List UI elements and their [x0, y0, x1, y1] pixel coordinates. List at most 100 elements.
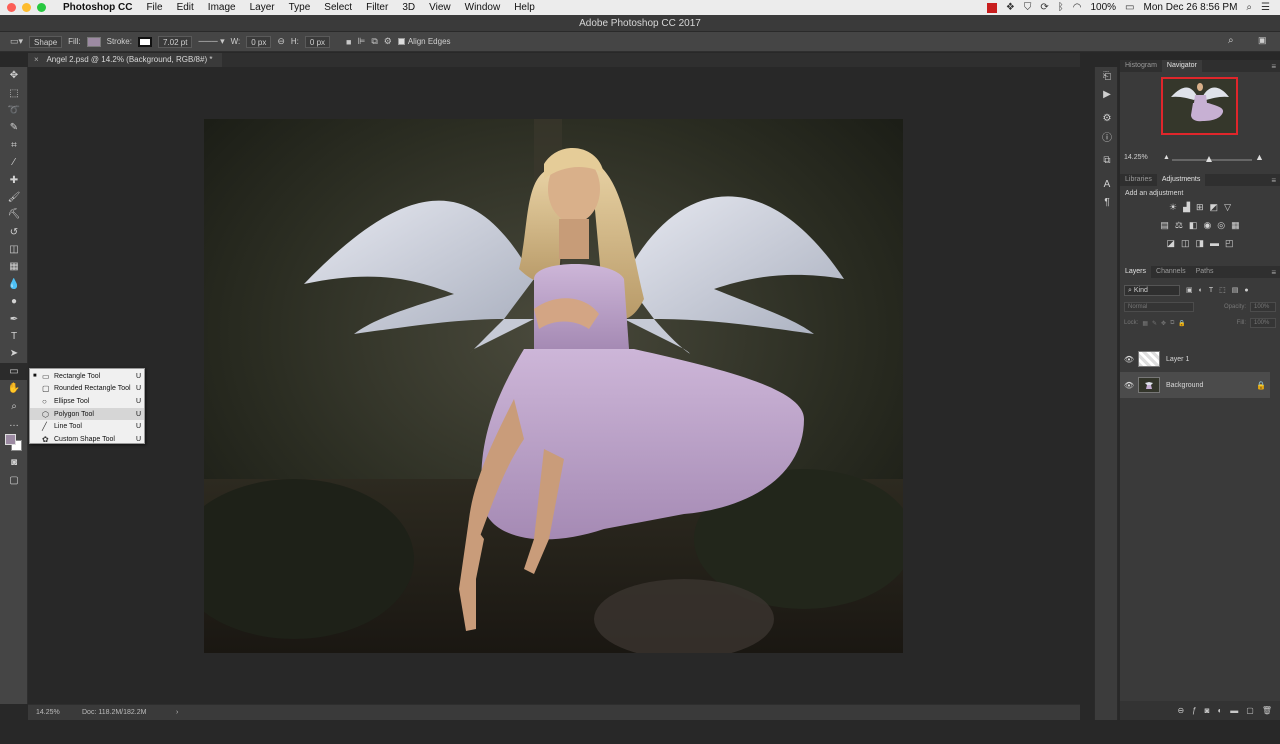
menu-3d[interactable]: 3D — [395, 2, 422, 13]
navigator-preview[interactable] — [1161, 77, 1238, 135]
height-field[interactable]: 0 px — [304, 35, 331, 48]
canvas-area[interactable] — [28, 67, 1080, 704]
menu-select[interactable]: Select — [317, 2, 359, 13]
shape-filter-icon[interactable]: ⬚ — [1219, 286, 1226, 294]
photo-filter-icon[interactable]: ◉ — [1203, 220, 1211, 231]
clock[interactable]: Mon Dec 26 8:56 PM — [1143, 2, 1237, 13]
screen-mode-icon[interactable]: ▢ — [0, 472, 28, 489]
panel-menu-icon[interactable]: ≡ — [1271, 176, 1280, 185]
eraser-tool-icon[interactable]: ◫ — [0, 241, 28, 258]
lock-all-icon[interactable]: 🔒 — [1178, 320, 1185, 327]
menu-edit[interactable]: Edit — [170, 2, 201, 13]
tab-paths[interactable]: Paths — [1191, 266, 1219, 278]
more-tools-icon[interactable]: … — [0, 415, 28, 432]
menu-file[interactable]: File — [139, 2, 169, 13]
document-tab[interactable]: × Angel 2.psd @ 14.2% (Background, RGB/8… — [28, 53, 223, 67]
path-arrangement-icon[interactable]: ⧉ — [371, 36, 377, 47]
zoom-out-icon[interactable]: ▲ — [1163, 154, 1170, 161]
zoom-level-field[interactable]: 14.25% — [28, 709, 82, 716]
lasso-tool-icon[interactable]: ➰ — [0, 102, 28, 119]
menu-type[interactable]: Type — [282, 2, 318, 13]
healing-brush-tool-icon[interactable]: ✚ — [0, 171, 28, 188]
blend-mode-select[interactable]: Normal — [1124, 302, 1194, 312]
history-panel-icon[interactable]: ⎗ — [1095, 67, 1119, 85]
width-field[interactable]: 0 px — [246, 35, 272, 48]
character-panel-icon[interactable]: A — [1095, 175, 1119, 193]
bluetooth-icon[interactable]: ᛒ — [1058, 2, 1064, 13]
document-image[interactable] — [204, 119, 903, 653]
black-white-icon[interactable]: ◧ — [1189, 220, 1198, 231]
layer-name[interactable]: Background — [1166, 382, 1256, 389]
menu-layer[interactable]: Layer — [243, 2, 282, 13]
quick-selection-tool-icon[interactable]: ✎ — [0, 119, 28, 136]
layer-row-background[interactable]: 👁 Background 🔒 — [1120, 372, 1270, 398]
wifi-icon[interactable]: ◠ — [1073, 2, 1082, 13]
sync-icon[interactable]: ⟳ — [1040, 2, 1048, 13]
path-operations-icon[interactable]: ■ — [346, 37, 351, 47]
actions-panel-icon[interactable]: ▶ — [1095, 85, 1119, 103]
lock-pixels-icon[interactable]: ✎ — [1152, 320, 1157, 327]
menu-window[interactable]: Window — [458, 2, 508, 13]
navigator-zoom-slider[interactable] — [1172, 156, 1252, 162]
search-icon[interactable]: ⌕ — [1228, 35, 1234, 46]
fill-field[interactable]: 100% — [1250, 318, 1276, 328]
layer-style-icon[interactable]: ƒ — [1192, 706, 1196, 715]
workspace-icon[interactable]: ▣ — [1258, 35, 1267, 46]
dodge-tool-icon[interactable]: ● — [0, 293, 28, 310]
menu-filter[interactable]: Filter — [359, 2, 395, 13]
foreground-color-swatch[interactable] — [5, 434, 16, 446]
flyout-item-polygon-tool[interactable]: ⬡ Polygon Tool U — [30, 407, 144, 421]
navigator-zoom-value[interactable]: 14.25% — [1124, 154, 1148, 161]
blur-tool-icon[interactable]: 💧 — [0, 276, 28, 293]
brightness-contrast-icon[interactable]: ☀ — [1169, 202, 1177, 213]
tab-libraries[interactable]: Libraries — [1120, 174, 1157, 186]
layer-row-layer-1[interactable]: 👁 Layer 1 — [1120, 346, 1270, 372]
flyout-item-rectangle-tool[interactable]: ■ ▭ Rectangle Tool U — [30, 370, 144, 383]
type-filter-icon[interactable]: T — [1209, 287, 1213, 294]
adjustment-filter-icon[interactable]: ◐ — [1199, 287, 1203, 294]
fill-swatch[interactable] — [86, 36, 101, 47]
vibrance-icon[interactable]: ▽ — [1224, 202, 1231, 213]
levels-icon[interactable]: ▟ — [1183, 202, 1190, 213]
lock-artboard-icon[interactable]: ⧉ — [1170, 320, 1174, 327]
brush-tool-icon[interactable]: 🖌 — [0, 189, 28, 206]
threshold-icon[interactable]: ◨ — [1196, 238, 1205, 249]
move-tool-icon[interactable]: ✥ — [0, 67, 28, 84]
path-alignment-icon[interactable]: ⊫ — [357, 36, 365, 47]
shape-mode-select[interactable]: Shape — [29, 35, 63, 48]
close-window-button[interactable] — [7, 3, 16, 12]
delete-layer-icon[interactable]: 🗑 — [1262, 706, 1272, 715]
clone-stamp-tool-icon[interactable]: ⛏ — [0, 206, 28, 223]
link-dimensions-icon[interactable]: ⊖ — [277, 36, 285, 47]
dropbox-icon[interactable]: ❖ — [1006, 2, 1015, 13]
info-panel-icon[interactable]: ⓘ — [1095, 127, 1119, 145]
hue-saturation-icon[interactable]: ▤ — [1160, 220, 1169, 231]
shield-icon[interactable]: ⛉ — [1024, 2, 1032, 13]
opacity-field[interactable]: 100% — [1250, 302, 1276, 312]
zoom-in-icon[interactable]: ▲ — [1255, 152, 1264, 162]
zoom-tool-icon[interactable]: ⌕ — [0, 397, 28, 414]
selective-color-icon[interactable]: ◰ — [1225, 238, 1234, 249]
crop-tool-icon[interactable]: ⌗ — [0, 137, 28, 154]
lock-icon[interactable]: 🔒 — [1256, 381, 1270, 390]
pixel-filter-icon[interactable]: ▣ — [1186, 286, 1193, 294]
layer-comps-panel-icon[interactable]: ⧉ — [1095, 151, 1119, 169]
zoom-window-button[interactable] — [37, 3, 46, 12]
smart-object-filter-icon[interactable]: ▤ — [1232, 286, 1239, 294]
flyout-item-custom-shape-tool[interactable]: ✿ Custom Shape Tool U — [30, 433, 144, 446]
menu-help[interactable]: Help — [507, 2, 542, 13]
eye-icon[interactable]: 👁 — [1120, 355, 1138, 364]
new-adjustment-layer-icon[interactable]: ◐ — [1217, 706, 1222, 715]
stroke-swatch[interactable] — [137, 36, 152, 47]
marquee-tool-icon[interactable]: ⬚ — [0, 84, 28, 101]
color-swatches[interactable] — [0, 432, 28, 454]
tab-adjustments[interactable]: Adjustments — [1156, 174, 1206, 186]
lock-position-icon[interactable]: ✥ — [1161, 320, 1166, 327]
posterize-icon[interactable]: ◫ — [1181, 238, 1190, 249]
tab-histogram[interactable]: Histogram — [1120, 60, 1162, 72]
curves-icon[interactable]: ⊞ — [1196, 202, 1204, 213]
quick-mask-icon[interactable]: ◙ — [0, 454, 28, 471]
filter-toggle-icon[interactable]: ● — [1244, 287, 1248, 294]
menu-image[interactable]: Image — [201, 2, 243, 13]
tab-navigator[interactable]: Navigator — [1161, 60, 1202, 72]
